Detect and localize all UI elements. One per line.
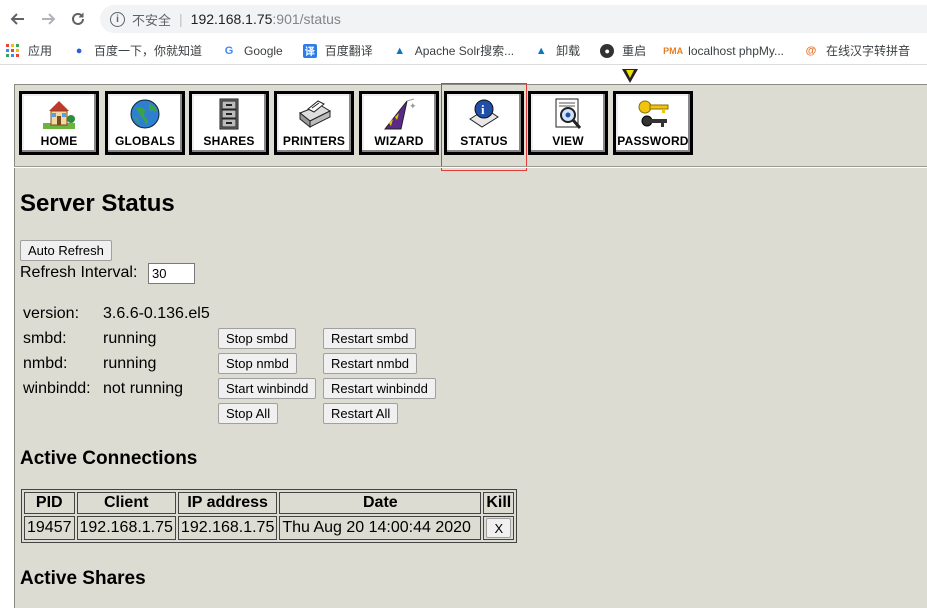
table-header-row: PID Client IP address Date Kill [24,492,515,514]
url-host: 192.168.1.75 [190,11,273,27]
page-title: Server Status [20,190,175,217]
cell-client: 192.168.1.75 [76,516,176,540]
svg-text:✦: ✦ [409,101,417,111]
magnifier-icon [550,97,586,131]
active-connections-title: Active Connections [20,448,198,469]
drupal-drop-icon: ▲ [535,44,547,57]
restart-smbd-button[interactable]: Restart smbd [323,328,417,349]
nmbd-state: running [103,355,157,372]
insecure-label: 不安全 [132,12,172,28]
file-cabinet-icon [211,97,247,131]
stop-nmbd-button[interactable]: Stop nmbd [218,353,297,374]
toolbar-divider [14,166,927,168]
translate-icon: 译 [302,43,317,58]
bookmark-baidu-translate[interactable]: 译 百度翻译 [302,42,373,59]
nmbd-label: nmbd: [23,355,68,372]
start-winbindd-button[interactable]: Start winbindd [218,378,317,399]
stop-all-button[interactable]: Stop All [218,403,279,424]
apps-grid-icon [6,43,20,58]
col-client: Client [76,492,176,514]
omnibox-separator: | [179,11,183,27]
smbd-state: running [103,330,157,347]
cell-date: Thu Aug 20 14:00:44 2020 [279,516,482,540]
google-icon: G [224,44,234,57]
col-ip-address: IP address [177,492,278,514]
active-shares-title: Active Shares [20,568,146,589]
connections-table: PID Client IP address Date Kill 19457 19… [21,489,518,543]
cell-kill: X [483,516,515,540]
winbindd-label: winbindd: [23,380,91,397]
col-kill: Kill [483,492,515,514]
baidu-paw-icon: ● [75,44,83,57]
version-label: version: [23,305,80,322]
bookmark-uninstall[interactable]: ▲ 卸载 [534,42,580,59]
version-value: 3.6.6-0.136.el5 [103,305,210,322]
toolbar-view-button[interactable]: VIEW [528,91,608,155]
toolbar-wizard-button[interactable]: ✦ WIZARD [359,91,439,155]
toolbar-password-button[interactable]: PASSWORD [613,91,693,155]
url-path: :901/status [272,11,341,27]
bookmark-baidu[interactable]: ● 百度一下，你就知道 [72,42,202,59]
spiral-icon: @ [805,44,817,57]
info-circle-icon[interactable]: i [110,11,125,27]
smbd-label: smbd: [23,330,67,347]
status-highlight-box [441,83,527,171]
cell-pid: 19457 [24,516,75,540]
phpmyadmin-icon: PMA [663,45,684,56]
stop-smbd-button[interactable]: Stop smbd [218,328,297,349]
winbindd-state: not running [103,380,184,397]
github-icon: ● [600,43,615,58]
reload-icon[interactable] [66,7,90,31]
toolbar-globals-button[interactable]: GLOBALS [105,91,185,155]
arrow-right-icon[interactable] [36,7,60,31]
bookmark-solr[interactable]: ▲ Apache Solr搜索... [393,42,514,59]
bookmarks-bar: 应用 ● 百度一下，你就知道 G Google 译 百度翻译 ▲ Apache … [0,37,927,65]
col-date: Date [279,492,482,514]
toolbar-printers-button[interactable]: PRINTERS [274,91,354,155]
auto-refresh-button[interactable]: Auto Refresh [20,240,112,261]
house-icon [41,97,77,131]
table-row: 19457 192.168.1.75 192.168.1.75 Thu Aug … [24,516,515,540]
bookmark-restart[interactable]: ● 重启 [600,42,646,59]
bookmark-google[interactable]: G Google [222,44,283,58]
printer-icon [296,97,332,131]
bookmark-phpmyadmin[interactable]: PMA localhost phpMy... [663,44,784,58]
wizard-hat-icon: ✦ [381,97,417,131]
bookmark-apps[interactable]: 应用 [6,42,52,59]
restart-nmbd-button[interactable]: Restart nmbd [323,353,418,374]
keys-icon [635,97,671,131]
browser-address-bar: i 不安全 | 192.168.1.75:901/status [0,0,927,37]
drupal-drop-icon: ▲ [394,44,406,57]
globe-icon [127,97,163,131]
refresh-interval-label: Refresh Interval: [20,264,138,281]
refresh-interval-input[interactable] [148,263,195,284]
swat-corner-triangle-inner [626,70,634,78]
cell-ip: 192.168.1.75 [177,516,278,540]
arrow-left-icon[interactable] [6,7,30,31]
col-pid: PID [24,492,75,514]
toolbar-shares-button[interactable]: SHARES [189,91,269,155]
restart-all-button[interactable]: Restart All [323,403,399,424]
url-omnibox[interactable]: i 不安全 | 192.168.1.75:901/status [100,5,927,33]
bookmark-pinyin[interactable]: @ 在线汉字转拼音 [804,42,910,59]
toolbar-home-button[interactable]: HOME [19,91,99,155]
kill-connection-button[interactable]: X [486,518,512,538]
restart-winbindd-button[interactable]: Restart winbindd [323,378,436,399]
